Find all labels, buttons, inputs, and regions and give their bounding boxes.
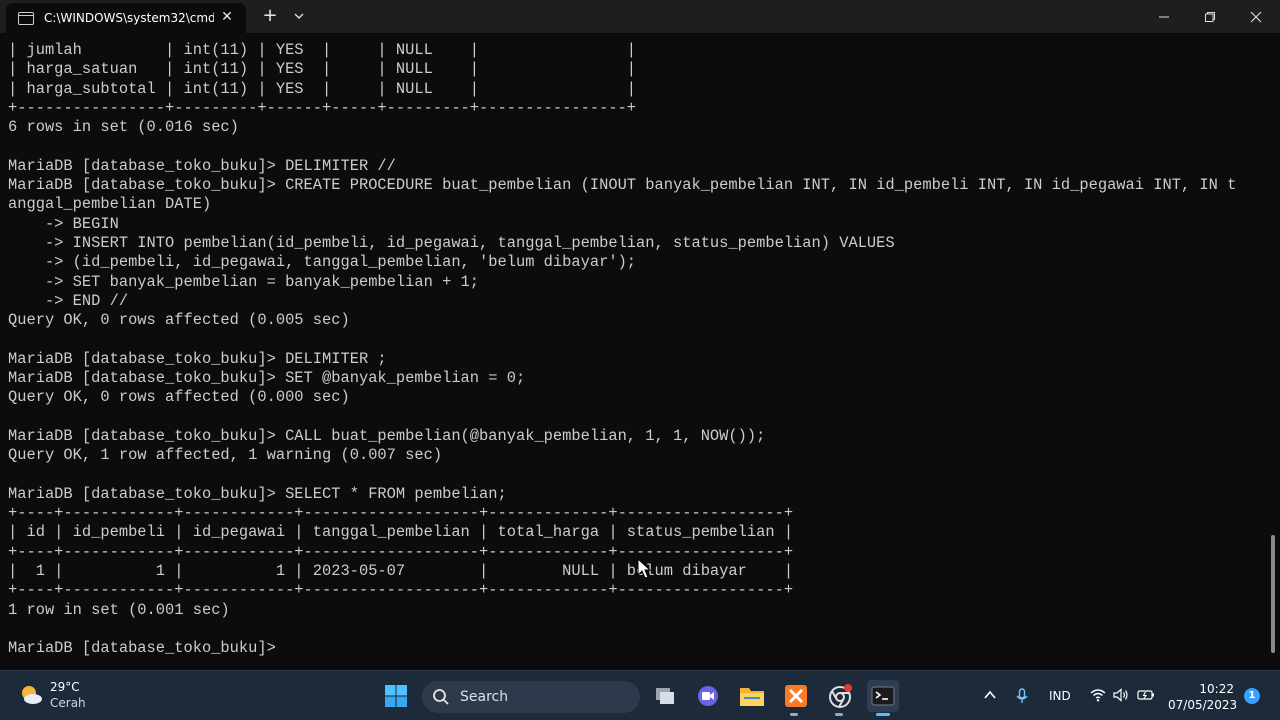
terminal-line: | harga_subtotal | int(11) | YES | | NUL… bbox=[8, 79, 637, 98]
terminal-line: MariaDB [database_toko_buku]> bbox=[8, 639, 276, 658]
terminal-icon bbox=[18, 11, 34, 25]
restore-button[interactable] bbox=[1187, 0, 1233, 33]
chrome-running-indicator bbox=[835, 713, 843, 716]
chevron-up-icon[interactable] bbox=[983, 688, 997, 705]
terminal-line: MariaDB [database_toko_buku]> DELIMITER … bbox=[8, 349, 387, 368]
start-icon[interactable] bbox=[380, 680, 412, 712]
weather-desc: Cerah bbox=[50, 696, 86, 710]
terminal-line: -> BEGIN bbox=[8, 214, 119, 233]
terminal-line: Query OK, 0 rows affected (0.000 sec) bbox=[8, 388, 350, 407]
terminal-line: anggal_pembelian DATE) bbox=[8, 195, 212, 214]
terminal-icon[interactable] bbox=[867, 680, 899, 712]
terminal-line: -> SET banyak_pembelian = banyak_pembeli… bbox=[8, 272, 480, 291]
tab-close-icon[interactable]: ✕ bbox=[218, 9, 236, 25]
search-label: Search bbox=[460, 689, 509, 705]
clock-time: 10:22 bbox=[1199, 682, 1234, 696]
terminal-line: 6 rows in set (0.016 sec) bbox=[8, 118, 239, 137]
terminal-output[interactable]: | jumlah | int(11) | YES | | NULL | | | h… bbox=[0, 33, 1268, 670]
tab-title: C:\WINDOWS\system32\cmd. bbox=[44, 11, 214, 25]
terminal-line: MariaDB [database_toko_buku]> SELECT * F… bbox=[8, 484, 507, 503]
clock[interactable]: 10:22 07/05/2023 bbox=[1168, 681, 1238, 713]
clock-date: 07/05/2023 bbox=[1168, 698, 1238, 712]
terminal-line: Query OK, 1 row affected, 1 warning (0.0… bbox=[8, 446, 443, 465]
notification-badge[interactable]: 1 bbox=[1244, 688, 1260, 704]
new-tab-button[interactable]: + bbox=[260, 5, 280, 26]
terminal-line: MariaDB [database_toko_buku]> DELIMITER … bbox=[8, 156, 396, 175]
wifi-icon[interactable] bbox=[1090, 688, 1106, 705]
close-window-button[interactable] bbox=[1233, 0, 1279, 33]
terminal-line: +----+------------+------------+--------… bbox=[8, 581, 794, 600]
terminal-line: MariaDB [database_toko_buku]> CREATE PRO… bbox=[8, 176, 1237, 195]
language-indicator[interactable]: IND bbox=[1049, 689, 1071, 703]
terminal-line: -> INSERT INTO pembelian(id_pembeli, id_… bbox=[8, 233, 895, 252]
taskbar: 29°C Cerah Search IND 10:22 07/05/2023 1 bbox=[0, 670, 1280, 720]
terminal-line: +----+------------+------------+--------… bbox=[8, 504, 794, 523]
terminal-line: -> (id_pembeli, id_pegawai, tanggal_pemb… bbox=[8, 253, 637, 272]
scrollbar-thumb[interactable] bbox=[1271, 535, 1275, 653]
xampp-icon[interactable] bbox=[780, 680, 812, 712]
meet-icon[interactable] bbox=[692, 680, 724, 712]
terminal-line: -> END // bbox=[8, 291, 129, 310]
battery-icon[interactable] bbox=[1137, 688, 1155, 705]
terminal-line: 1 row in set (0.001 sec) bbox=[8, 600, 230, 619]
terminal-line: MariaDB [database_toko_buku]> CALL buat_… bbox=[8, 426, 766, 445]
terminal-line: | jumlah | int(11) | YES | | NULL | | bbox=[8, 41, 637, 59]
minimize-button[interactable] bbox=[1141, 0, 1187, 33]
terminal-line: | harga_satuan | int(11) | YES | | NULL … bbox=[8, 60, 637, 79]
volume-icon[interactable] bbox=[1113, 688, 1129, 705]
chrome-icon[interactable] bbox=[824, 680, 856, 712]
chevron-down-icon[interactable] bbox=[292, 8, 306, 22]
microphone-icon[interactable] bbox=[1015, 688, 1029, 707]
file-explorer-icon[interactable] bbox=[736, 680, 768, 712]
terminal-line: | id | id_pembeli | id_pegawai | tanggal… bbox=[8, 523, 794, 542]
task-view-icon[interactable] bbox=[649, 680, 681, 712]
terminal-line: +----------------+---------+------+-----… bbox=[8, 98, 637, 117]
weather-widget[interactable]: 29°C Cerah bbox=[18, 679, 86, 711]
title-bar: C:\WINDOWS\system32\cmd. ✕ + bbox=[0, 0, 1280, 33]
terminal-line: MariaDB [database_toko_buku]> SET @banya… bbox=[8, 369, 526, 388]
search-icon bbox=[432, 688, 450, 706]
terminal-active-indicator bbox=[876, 713, 890, 716]
mouse-cursor-icon bbox=[637, 557, 653, 580]
taskbar-search[interactable]: Search bbox=[422, 681, 640, 713]
terminal-line: Query OK, 0 rows affected (0.005 sec) bbox=[8, 311, 350, 330]
tab-cmd[interactable]: C:\WINDOWS\system32\cmd. ✕ bbox=[6, 3, 246, 33]
sun-cloud-icon bbox=[18, 682, 44, 708]
weather-temp: 29°C bbox=[50, 680, 80, 694]
xampp-running-indicator bbox=[790, 713, 798, 716]
